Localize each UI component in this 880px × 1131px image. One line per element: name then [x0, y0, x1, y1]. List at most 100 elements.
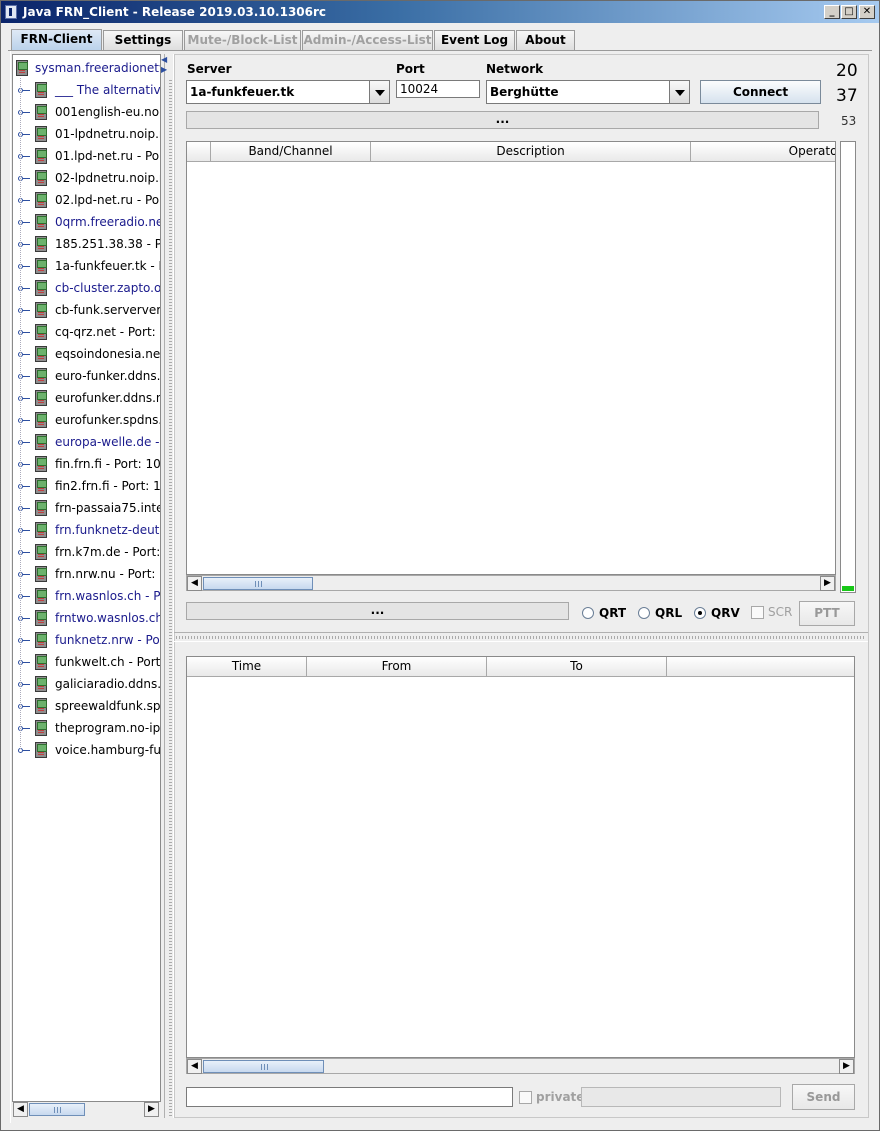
- column-header[interactable]: [667, 657, 854, 677]
- tree-item[interactable]: frn.wasnlos.ch - Port: 10024: [13, 585, 160, 607]
- server-icon: [35, 302, 47, 318]
- tree-item[interactable]: funkwelt.ch - Port: 10024: [13, 651, 160, 673]
- tree-item[interactable]: cb-funk.serververbund.de: [13, 299, 160, 321]
- column-header[interactable]: [187, 142, 211, 162]
- server-icon: [16, 60, 28, 76]
- scroll-right-arrow-icon[interactable]: ▶: [820, 576, 835, 591]
- chevron-down-icon[interactable]: [369, 81, 389, 103]
- tab-event-log[interactable]: Event Log: [434, 30, 515, 50]
- tree-root-label: sysman.freeradionetwork.eu: [35, 61, 160, 75]
- tree-item[interactable]: 02.lpd-net.ru - Port: 10024: [13, 189, 160, 211]
- tree-item[interactable]: 02-lpdnetru.noip.me: [13, 167, 160, 189]
- server-icon: [35, 82, 47, 98]
- tree-item[interactable]: 1a-funkfeuer.tk - Port: 10024: [13, 255, 160, 277]
- tree-item-label: frntwo.wasnlos.ch - Port: 10024: [55, 611, 161, 625]
- tab-mute-block-list[interactable]: Mute-/Block-List: [184, 30, 301, 50]
- scroll-left-arrow-icon[interactable]: ◀: [187, 576, 202, 591]
- audio-level-meter: [840, 141, 856, 593]
- port-field[interactable]: 10024: [396, 80, 480, 98]
- tree-item[interactable]: 185.251.38.38 - Port: 10024: [13, 233, 160, 255]
- column-header-time[interactable]: Time: [187, 657, 307, 677]
- maximize-button[interactable]: □: [841, 5, 857, 19]
- tree-item[interactable]: ___ The alternative: [13, 79, 160, 101]
- scroll-right-arrow-icon[interactable]: ▶: [144, 1102, 159, 1117]
- scroll-left-arrow-icon[interactable]: ◀: [187, 1059, 202, 1074]
- message-table-hscrollbar[interactable]: ◀ ▶: [186, 1058, 855, 1074]
- tree-item[interactable]: frn.k7m.de - Port: 10024: [13, 541, 160, 563]
- server-combobox[interactable]: 1a-funkfeuer.tk: [186, 80, 390, 104]
- column-header-operator[interactable]: Operator: [691, 142, 835, 162]
- splitter-collapse-arrows-icon[interactable]: ◀ ▶: [161, 55, 169, 77]
- tab-admin-access-list[interactable]: Admin-/Access-List: [302, 30, 433, 50]
- connect-button[interactable]: Connect: [700, 80, 821, 104]
- tree-item[interactable]: cq-qrz.net - Port: 10024: [13, 321, 160, 343]
- tree-item[interactable]: frn-passaia75.internet: [13, 497, 160, 519]
- tab-frn-client[interactable]: FRN-Client: [11, 29, 102, 51]
- tree-item[interactable]: europa-welle.de - Port: 10024: [13, 431, 160, 453]
- server-tree[interactable]: sysman.freeradionetwork.eu ___ The alter…: [12, 54, 161, 1102]
- tree-item-label: cq-qrz.net - Port: 10024: [55, 325, 160, 339]
- tree-item[interactable]: funknetz.nrw - Port: 10024: [13, 629, 160, 651]
- tree-item[interactable]: eqsoindonesia.net: [13, 343, 161, 365]
- recipient-field[interactable]: [581, 1087, 781, 1107]
- tree-item[interactable]: voice.hamburg-funk.de: [13, 739, 160, 761]
- tab-settings[interactable]: Settings: [103, 30, 183, 50]
- server-icon: [35, 566, 47, 582]
- scroll-right-arrow-icon[interactable]: ▶: [839, 1059, 854, 1074]
- radio-qrl-label: QRL: [655, 606, 683, 620]
- column-header-description[interactable]: Description: [371, 142, 691, 162]
- tree-item[interactable]: 01.lpd-net.ru - Port: 10024: [13, 145, 160, 167]
- tree-item[interactable]: spreewaldfunk.spdns.de: [13, 695, 160, 717]
- tree-item[interactable]: euro-funker.ddns.net: [13, 365, 160, 387]
- channel-table-hscrollbar[interactable]: ◀ ▶: [186, 575, 836, 591]
- message-table[interactable]: Time From To: [186, 656, 855, 1058]
- radio-circle[interactable]: [638, 607, 650, 619]
- tree-horizontal-scrollbar[interactable]: ◀ ▶: [13, 1101, 160, 1117]
- ptt-button[interactable]: PTT: [799, 601, 855, 626]
- chat-input[interactable]: [186, 1087, 513, 1107]
- tree-item[interactable]: frn.nrw.nu - Port: 10024: [13, 563, 160, 585]
- server-icon: [35, 434, 47, 450]
- tree-item[interactable]: 001english-eu.no-ip.org: [13, 101, 160, 123]
- scr-checkbox[interactable]: [751, 606, 764, 619]
- radio-circle-selected[interactable]: [694, 607, 706, 619]
- radio-circle[interactable]: [582, 607, 594, 619]
- tree-item-label: frn.nrw.nu - Port: 10024: [55, 567, 160, 581]
- close-button[interactable]: ✕: [859, 5, 875, 19]
- tree-item[interactable]: eurofunker.ddns.net: [13, 387, 160, 409]
- scroll-left-arrow-icon[interactable]: ◀: [13, 1102, 28, 1117]
- tree-item[interactable]: galiciaradio.ddns.net: [13, 673, 160, 695]
- tree-root[interactable]: sysman.freeradionetwork.eu: [13, 57, 160, 79]
- tree-item[interactable]: eurofunker.spdns.de: [13, 409, 160, 431]
- server-icon: [35, 654, 47, 670]
- server-icon: [35, 698, 47, 714]
- column-header-band-channel[interactable]: Band/Channel: [211, 142, 371, 162]
- tree-item[interactable]: 01-lpdnetru.noip.me: [13, 123, 160, 145]
- tree-item-label: eqsoindonesia.net: [55, 347, 161, 361]
- private-checkbox[interactable]: [519, 1091, 532, 1104]
- tree-item[interactable]: cb-cluster.zapto.org: [13, 277, 160, 299]
- network-combobox[interactable]: Berghütte: [486, 80, 690, 104]
- minimize-button[interactable]: _: [824, 5, 840, 19]
- scroll-thumb[interactable]: [29, 1103, 85, 1116]
- tab-about[interactable]: About: [516, 30, 575, 50]
- column-header-to[interactable]: To: [487, 657, 667, 677]
- chevron-down-icon[interactable]: [669, 81, 689, 103]
- send-button[interactable]: Send: [792, 1084, 855, 1110]
- tree-item[interactable]: frn.funknetz-deutschland.de: [13, 519, 160, 541]
- scroll-thumb[interactable]: [203, 1060, 324, 1073]
- server-icon: [35, 236, 47, 252]
- tree-item-label: eurofunker.ddns.net: [55, 391, 160, 405]
- tree-item[interactable]: fin2.frn.fi - Port: 10024: [13, 475, 160, 497]
- tree-item[interactable]: 0qrm.freeradio.network: [13, 211, 160, 233]
- tree-item-label: europa-welle.de - Port: 10024: [55, 435, 160, 449]
- column-header-from[interactable]: From: [307, 657, 487, 677]
- server-icon: [35, 412, 47, 428]
- tree-item[interactable]: frntwo.wasnlos.ch - Port: 10024: [13, 607, 161, 629]
- title-bar[interactable]: Java FRN_Client - Release 2019.03.10.130…: [1, 1, 879, 23]
- radio-qrt-label: QRT: [599, 606, 627, 620]
- tree-item[interactable]: fin.frn.fi - Port: 10024: [13, 453, 160, 475]
- scroll-thumb[interactable]: [203, 577, 313, 590]
- tree-item[interactable]: theprogram.no-ip.org: [13, 717, 160, 739]
- channel-table[interactable]: Band/Channel Description Operator: [186, 141, 836, 575]
